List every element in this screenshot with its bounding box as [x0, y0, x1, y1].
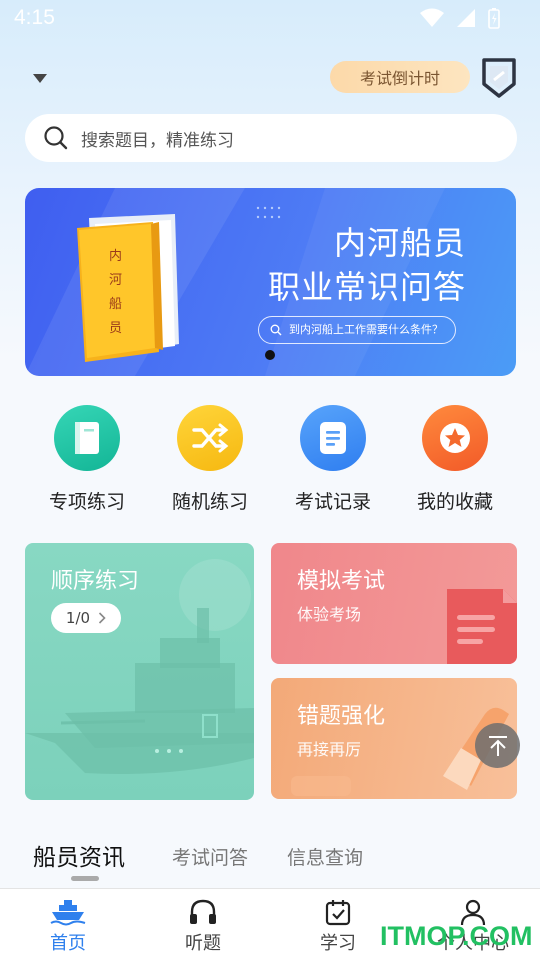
- shield-icon[interactable]: [480, 56, 518, 100]
- quick-action-random-practice[interactable]: 随机练习: [155, 405, 265, 514]
- status-time: 4:15: [14, 6, 55, 29]
- wrong-questions-subtitle: 再接再厉: [297, 740, 362, 759]
- nav-listen[interactable]: 听题: [163, 897, 243, 955]
- progress-badge[interactable]: 1/0: [51, 603, 121, 633]
- wrong-questions-title: 错题强化: [297, 704, 386, 729]
- quick-action-special-practice[interactable]: 专项练习: [32, 405, 142, 514]
- svg-text:船: 船: [109, 297, 122, 312]
- signal-icon: [457, 9, 475, 27]
- ship-icon: [28, 897, 108, 927]
- svg-text:河: 河: [109, 273, 122, 288]
- banner-question[interactable]: 到内河船上工作需要什么条件？: [258, 316, 456, 344]
- sequential-practice-title: 顺序练习: [51, 569, 140, 594]
- banner-title-line1: 内河船员: [333, 224, 466, 262]
- wifi-icon: [420, 8, 444, 27]
- tab-exam-qa[interactable]: 考试问答: [172, 843, 248, 870]
- tab-crew-news[interactable]: 船员资讯: [33, 838, 125, 872]
- book-illustration: 内 河 船 员: [77, 214, 179, 362]
- calendar-check-icon: [298, 897, 378, 927]
- quick-action-favorites[interactable]: 我的收藏: [400, 405, 510, 514]
- document-icon: [300, 405, 366, 471]
- chevron-right-icon: [98, 612, 106, 624]
- nav-label: 听题: [185, 933, 221, 954]
- book-icon: [54, 405, 120, 471]
- battery-icon: [488, 8, 500, 29]
- headphones-icon: [163, 897, 243, 927]
- svg-text:内: 内: [109, 248, 122, 264]
- arrow-up-icon: [488, 735, 507, 756]
- tab-indicator: [71, 876, 99, 881]
- chevron-down-icon[interactable]: [30, 70, 50, 86]
- mock-exam-card[interactable]: 模拟考试 体验考场: [271, 543, 517, 664]
- svg-text:员: 员: [109, 321, 122, 336]
- watermark-text: ITMOP.COM: [380, 921, 533, 951]
- mock-exam-title: 模拟考试: [297, 569, 386, 594]
- banner-title-line2: 职业常识问答: [267, 268, 466, 306]
- content-tabs: 船员资讯 考试问答 信息查询: [0, 838, 540, 878]
- mock-exam-subtitle: 体验考场: [297, 605, 362, 624]
- star-icon: [422, 405, 488, 471]
- nav-label: 首页: [50, 933, 86, 954]
- banner-question-text: 到内河船上工作需要什么条件？: [289, 323, 443, 336]
- progress-text: 1/0: [65, 609, 91, 627]
- search-placeholder: 搜索题目，精准练习: [81, 130, 234, 151]
- quick-action-label: 考试记录: [294, 491, 371, 513]
- shuffle-icon: [177, 405, 243, 471]
- sequential-practice-card[interactable]: 顺序练习 1/0: [25, 543, 254, 800]
- back-to-top-button[interactable]: [475, 723, 520, 768]
- quick-action-exam-records[interactable]: 考试记录: [278, 405, 388, 514]
- nav-home[interactable]: 首页: [28, 897, 108, 955]
- countdown-label: 考试倒计时: [359, 69, 440, 88]
- search-icon: [44, 126, 68, 150]
- status-bar: 4:15: [0, 0, 540, 38]
- carousel-indicator: [265, 350, 275, 360]
- exam-countdown-button[interactable]: 考试倒计时: [330, 61, 470, 93]
- nav-study[interactable]: 学习: [298, 897, 378, 955]
- status-icons: [420, 7, 500, 29]
- quick-action-label: 我的收藏: [416, 491, 493, 513]
- search-icon: [270, 324, 282, 336]
- quick-action-label: 专项练习: [48, 491, 125, 513]
- nav-label: 学习: [320, 933, 356, 954]
- quick-action-label: 随机练习: [171, 491, 248, 513]
- tab-info-query[interactable]: 信息查询: [287, 843, 363, 870]
- banner-carousel[interactable]: 内 河 船 员 内河船员 职业常识问答 到内河船上工作需要什么条件？: [25, 188, 516, 376]
- search-input[interactable]: 搜索题目，精准练习: [25, 114, 517, 162]
